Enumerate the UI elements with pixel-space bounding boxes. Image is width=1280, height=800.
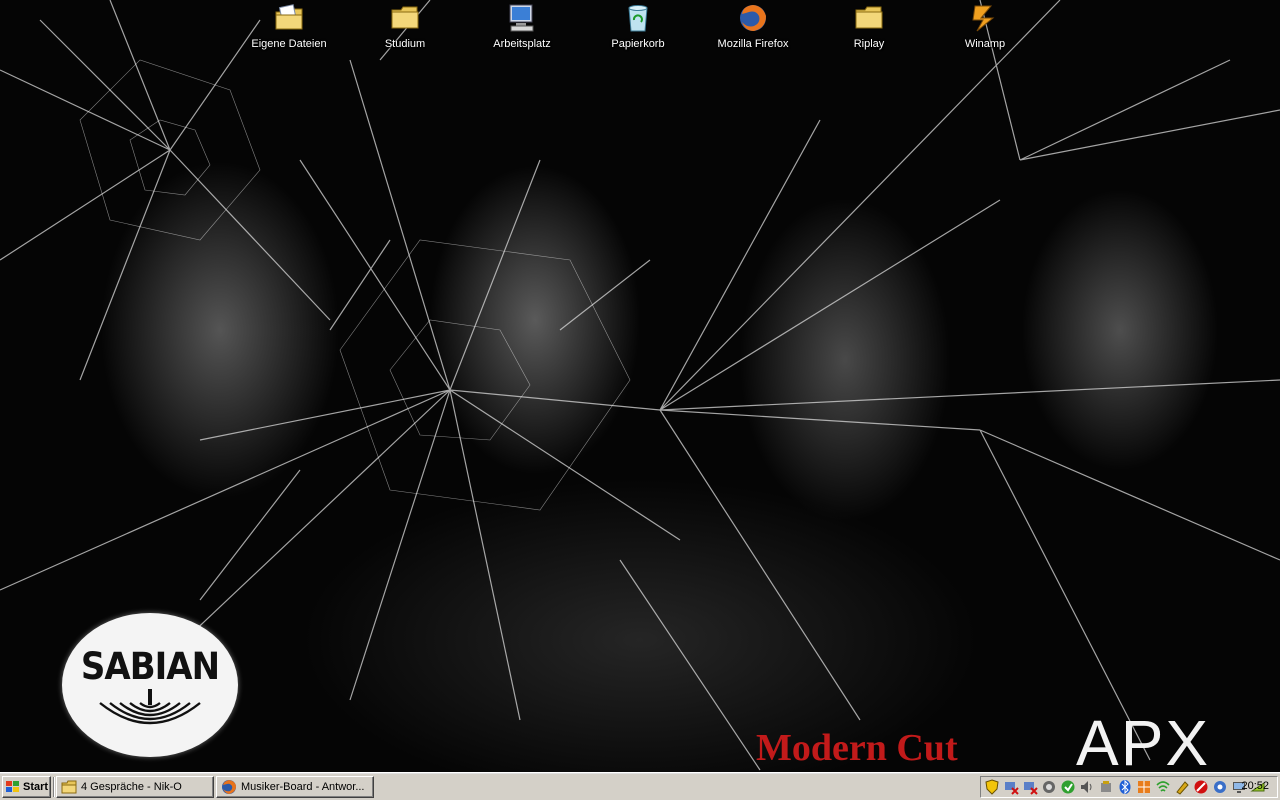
network-x2-icon[interactable] [1022, 779, 1038, 795]
desktop-wallpaper: SABIAN Modern Cut APX [0, 0, 1280, 772]
bluetooth-icon[interactable] [1117, 779, 1133, 795]
recycle-bin-icon [628, 5, 648, 32]
usb-icon[interactable] [1098, 779, 1114, 795]
taskbar: Start 4 Gespräche - Nik-O Musiker-Board … [0, 772, 1280, 800]
my-computer-icon [509, 4, 534, 32]
antivirus-icon[interactable] [1041, 779, 1057, 795]
folder-icon [391, 6, 419, 29]
desktop-icon-eigene-dateien[interactable]: Eigene Dateien [239, 2, 339, 56]
volume-icon[interactable] [1079, 779, 1095, 795]
task-button-label: 4 Gespräche - Nik-O [81, 781, 182, 793]
sabian-logo: SABIAN [62, 613, 238, 757]
desktop-icon-label: Mozilla Firefox [717, 38, 789, 50]
firefox-icon [222, 780, 236, 794]
desktop-icon-riplay[interactable]: Riplay [819, 2, 919, 56]
app-green-icon[interactable] [1060, 779, 1076, 795]
task-button-gespraeche[interactable]: 4 Gespräche - Nik-O [56, 776, 214, 798]
firefox-icon [740, 5, 766, 31]
task-button-label: Musiker-Board - Antwor... [241, 781, 365, 793]
clock[interactable]: 20:52 [1241, 780, 1269, 792]
system-tray: 20:52 [980, 776, 1278, 798]
gear-icon[interactable] [1212, 779, 1228, 795]
desktop-icon-arbeitsplatz[interactable]: Arbeitsplatz [472, 2, 572, 56]
no-entry-icon[interactable] [1193, 779, 1209, 795]
shield-icon[interactable] [984, 779, 1000, 795]
desktop-icon-label: Riplay [853, 38, 885, 50]
brand-mark: Modern Cut APX [756, 707, 1276, 772]
winamp-icon [972, 5, 995, 32]
brand-apx: APX [1076, 707, 1211, 772]
desktop-icon-mozilla-firefox[interactable]: Mozilla Firefox [703, 2, 803, 56]
windows-flag-icon [6, 781, 19, 792]
desktop-icon-studium[interactable]: Studium [355, 2, 455, 56]
desktop-icon-label: Eigene Dateien [251, 38, 327, 50]
desktop-icon-label: Studium [384, 38, 426, 50]
desktop-icon-winamp[interactable]: Winamp [935, 2, 1035, 56]
folder-icon [855, 6, 883, 29]
pen-icon[interactable] [1174, 779, 1190, 795]
cymbal-graphic [99, 689, 201, 725]
network-x-icon[interactable] [1003, 779, 1019, 795]
task-button-musiker-board[interactable]: Musiker-Board - Antwor... [216, 776, 374, 798]
my-documents-icon [275, 4, 303, 30]
folder-chat-icon [61, 780, 77, 794]
desktop-icon-papierkorb[interactable]: Papierkorb [588, 2, 688, 56]
desktop-icon-label: Papierkorb [611, 38, 665, 50]
desktop-icon-label: Winamp [964, 38, 1006, 50]
desktop-icon-label: Arbeitsplatz [493, 38, 551, 50]
start-label: Start [23, 781, 49, 793]
grid-app-icon[interactable] [1136, 779, 1152, 795]
taskbar-divider [53, 777, 55, 797]
brand-modern-cut: Modern Cut [756, 727, 958, 769]
wifi-icon[interactable] [1155, 779, 1171, 795]
start-button[interactable]: Start [2, 776, 51, 798]
